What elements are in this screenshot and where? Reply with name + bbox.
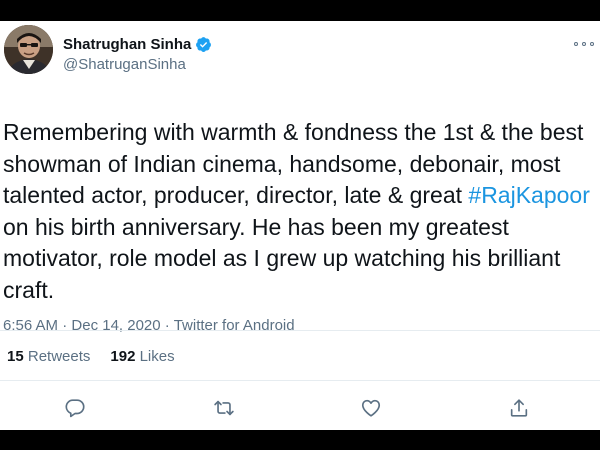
profile-photo-icon xyxy=(4,25,53,74)
action-bar xyxy=(0,397,600,419)
meta-separator: · xyxy=(62,317,68,334)
hashtag-link[interactable]: #RajKapoor xyxy=(468,182,589,208)
likes-label: Likes xyxy=(139,348,175,365)
retweet-icon[interactable] xyxy=(213,397,235,419)
retweets-label: Retweets xyxy=(27,348,91,365)
verified-badge-icon xyxy=(195,36,212,53)
tweet-date[interactable]: Dec 14, 2020 xyxy=(71,317,160,334)
meta-separator: · xyxy=(164,317,170,334)
dot-icon xyxy=(590,42,594,46)
reply-icon[interactable] xyxy=(64,397,86,419)
share-icon[interactable] xyxy=(508,397,530,419)
retweets-stat[interactable]: 15 Retweets xyxy=(7,348,90,365)
likes-count: 192 xyxy=(110,348,136,365)
likes-stat[interactable]: 192 Likes xyxy=(110,348,174,365)
like-icon[interactable] xyxy=(360,397,382,419)
tweet-text-part-2: on his birth anniversary. He has been my… xyxy=(3,213,561,303)
tweet-source[interactable]: Twitter for Android xyxy=(174,317,295,334)
tweet-card: Shatrughan Sinha @ShatruganSinha Remembe… xyxy=(0,21,600,430)
divider xyxy=(0,380,600,381)
display-name-text: Shatrughan Sinha xyxy=(63,36,192,53)
divider xyxy=(0,330,600,331)
tweet-text: Remembering with warmth & fondness the 1… xyxy=(3,117,595,306)
tweet-meta: 6:56 AM · Dec 14, 2020 · Twitter for And… xyxy=(3,317,295,334)
dot-icon xyxy=(574,42,578,46)
tweet-time[interactable]: 6:56 AM xyxy=(3,317,58,334)
more-options-icon[interactable] xyxy=(574,39,594,49)
dot-icon xyxy=(582,42,586,46)
avatar[interactable] xyxy=(4,25,53,74)
retweets-count: 15 xyxy=(7,348,24,365)
handle[interactable]: @ShatruganSinha xyxy=(63,56,186,73)
engagement-stats: 15 Retweets 192 Likes xyxy=(7,348,175,365)
display-name[interactable]: Shatrughan Sinha xyxy=(63,36,212,53)
